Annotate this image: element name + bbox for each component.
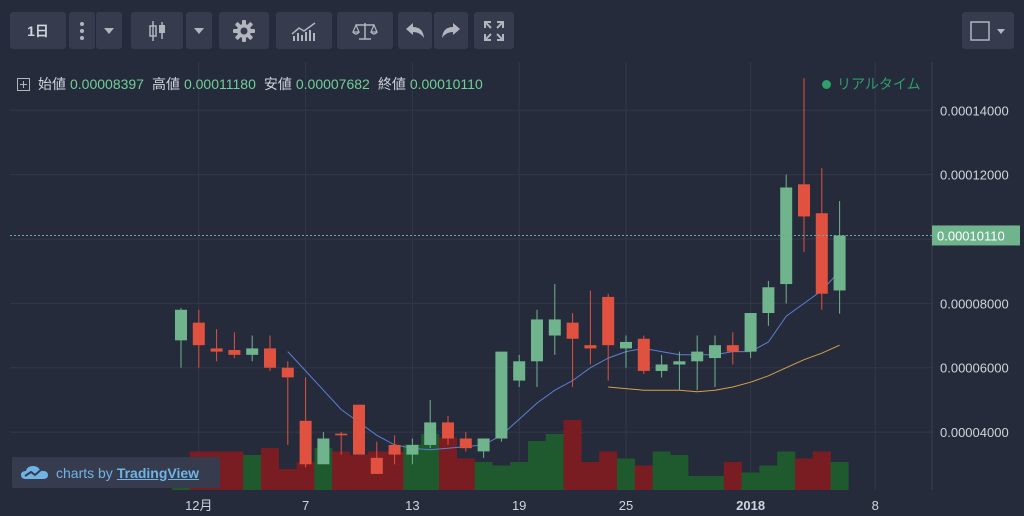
volume-bar bbox=[759, 465, 778, 490]
realtime-indicator: リアルタイム bbox=[822, 74, 921, 94]
volume-bar bbox=[830, 462, 849, 490]
candle-body bbox=[548, 319, 561, 336]
close-label: 終値 bbox=[377, 76, 406, 92]
volume-bar bbox=[563, 420, 582, 490]
watermark-prefix: charts by bbox=[56, 464, 113, 481]
candle-body bbox=[637, 338, 650, 371]
y-tick-label: 0.00006000 bbox=[940, 361, 1009, 376]
volume-bar bbox=[492, 465, 511, 490]
candle-body bbox=[442, 422, 454, 439]
candle-body bbox=[192, 322, 205, 346]
volume-bar bbox=[332, 451, 351, 490]
volume-bar bbox=[581, 462, 600, 490]
volume-bar bbox=[243, 455, 262, 490]
candle-body bbox=[388, 444, 401, 455]
x-tick-label: 12月 bbox=[185, 498, 212, 513]
volume-bar bbox=[510, 462, 529, 490]
candle-body bbox=[317, 438, 330, 465]
volume-bar bbox=[261, 448, 279, 490]
candle-body bbox=[620, 341, 632, 349]
candle-body bbox=[335, 433, 348, 436]
candle-body bbox=[406, 444, 419, 455]
y-tick-label: 0.00004000 bbox=[940, 425, 1009, 440]
candle-body bbox=[584, 345, 597, 349]
candle-body bbox=[798, 184, 810, 217]
plot-background bbox=[10, 62, 932, 490]
volume-bar bbox=[350, 455, 368, 490]
current-price-label: 0.00010110 bbox=[937, 228, 1005, 243]
low-value: 0.00007682 bbox=[295, 76, 370, 92]
high-value: 0.00011180 bbox=[183, 76, 256, 92]
volume-bar bbox=[439, 437, 457, 490]
realtime-dot-icon bbox=[822, 79, 831, 89]
volume-bar bbox=[545, 434, 564, 490]
x-tick-label: 19 bbox=[512, 498, 526, 513]
volume-bar bbox=[652, 451, 671, 490]
volume-bar bbox=[795, 458, 813, 490]
candle-body bbox=[281, 367, 294, 378]
volume-bar bbox=[634, 465, 653, 490]
y-tick-label: 0.00014000 bbox=[940, 103, 1009, 118]
volume-bar bbox=[225, 451, 244, 490]
candle-body bbox=[246, 348, 259, 355]
candle-body bbox=[744, 313, 757, 352]
volume-bar bbox=[528, 441, 546, 490]
volume-bar bbox=[456, 458, 475, 490]
open-value: 0.00008397 bbox=[70, 76, 144, 92]
candle-body bbox=[299, 420, 312, 465]
close-value: 0.00010110 bbox=[409, 76, 483, 92]
volume-bar bbox=[617, 458, 635, 490]
volume-bar bbox=[706, 476, 724, 490]
candle-body bbox=[459, 438, 472, 449]
volume-bar bbox=[278, 469, 297, 490]
candle-body bbox=[655, 364, 668, 371]
tradingview-cloud-icon bbox=[21, 465, 48, 479]
candle-body bbox=[513, 361, 526, 381]
candle-body bbox=[353, 404, 365, 455]
candle-body bbox=[726, 345, 739, 352]
low-label: 安値 bbox=[263, 76, 292, 92]
candle-body bbox=[477, 438, 490, 452]
candle-body bbox=[815, 213, 828, 294]
volume-bar bbox=[599, 451, 618, 490]
candle-body bbox=[424, 422, 437, 445]
volume-bar bbox=[777, 451, 796, 490]
realtime-label: リアルタイム bbox=[837, 76, 921, 92]
candle-body bbox=[228, 350, 241, 355]
x-tick-label: 7 bbox=[302, 498, 309, 513]
x-tick-label: 2018 bbox=[736, 498, 765, 513]
expand-legend-icon[interactable] bbox=[17, 77, 30, 91]
candle-body bbox=[264, 348, 276, 368]
candle-body bbox=[709, 345, 721, 359]
tradingview-watermark[interactable]: charts by TradingView bbox=[12, 457, 220, 488]
volume-bar bbox=[741, 472, 760, 490]
y-tick-label: 0.00012000 bbox=[940, 168, 1009, 183]
volume-bar bbox=[670, 455, 689, 490]
candle-body bbox=[833, 235, 846, 291]
x-tick-label: 13 bbox=[405, 498, 419, 513]
candle-body bbox=[762, 287, 775, 314]
high-label: 高値 bbox=[151, 76, 180, 92]
volume-bar bbox=[723, 462, 742, 490]
y-tick-label: 0.00008000 bbox=[940, 296, 1009, 311]
volume-bar bbox=[812, 451, 831, 490]
volume-bar bbox=[474, 462, 493, 490]
candle-body bbox=[175, 309, 187, 341]
x-tick-label: 25 bbox=[619, 498, 633, 513]
candle-body bbox=[691, 351, 704, 362]
candle-body bbox=[602, 296, 615, 346]
candle-body bbox=[531, 319, 543, 362]
candle-body bbox=[495, 351, 508, 439]
x-tick-label: 8 bbox=[872, 498, 879, 513]
open-label: 始値 bbox=[38, 76, 66, 92]
candle-body bbox=[370, 457, 383, 474]
watermark-brand: TradingView bbox=[116, 464, 200, 481]
volume-bar bbox=[688, 476, 707, 490]
candle-body bbox=[566, 322, 579, 339]
candle-body bbox=[673, 361, 686, 365]
candle-body bbox=[210, 348, 223, 352]
ohlc-legend: 始値 0.00008397 高値 0.00011180 安値 0.0000768… bbox=[17, 74, 491, 94]
